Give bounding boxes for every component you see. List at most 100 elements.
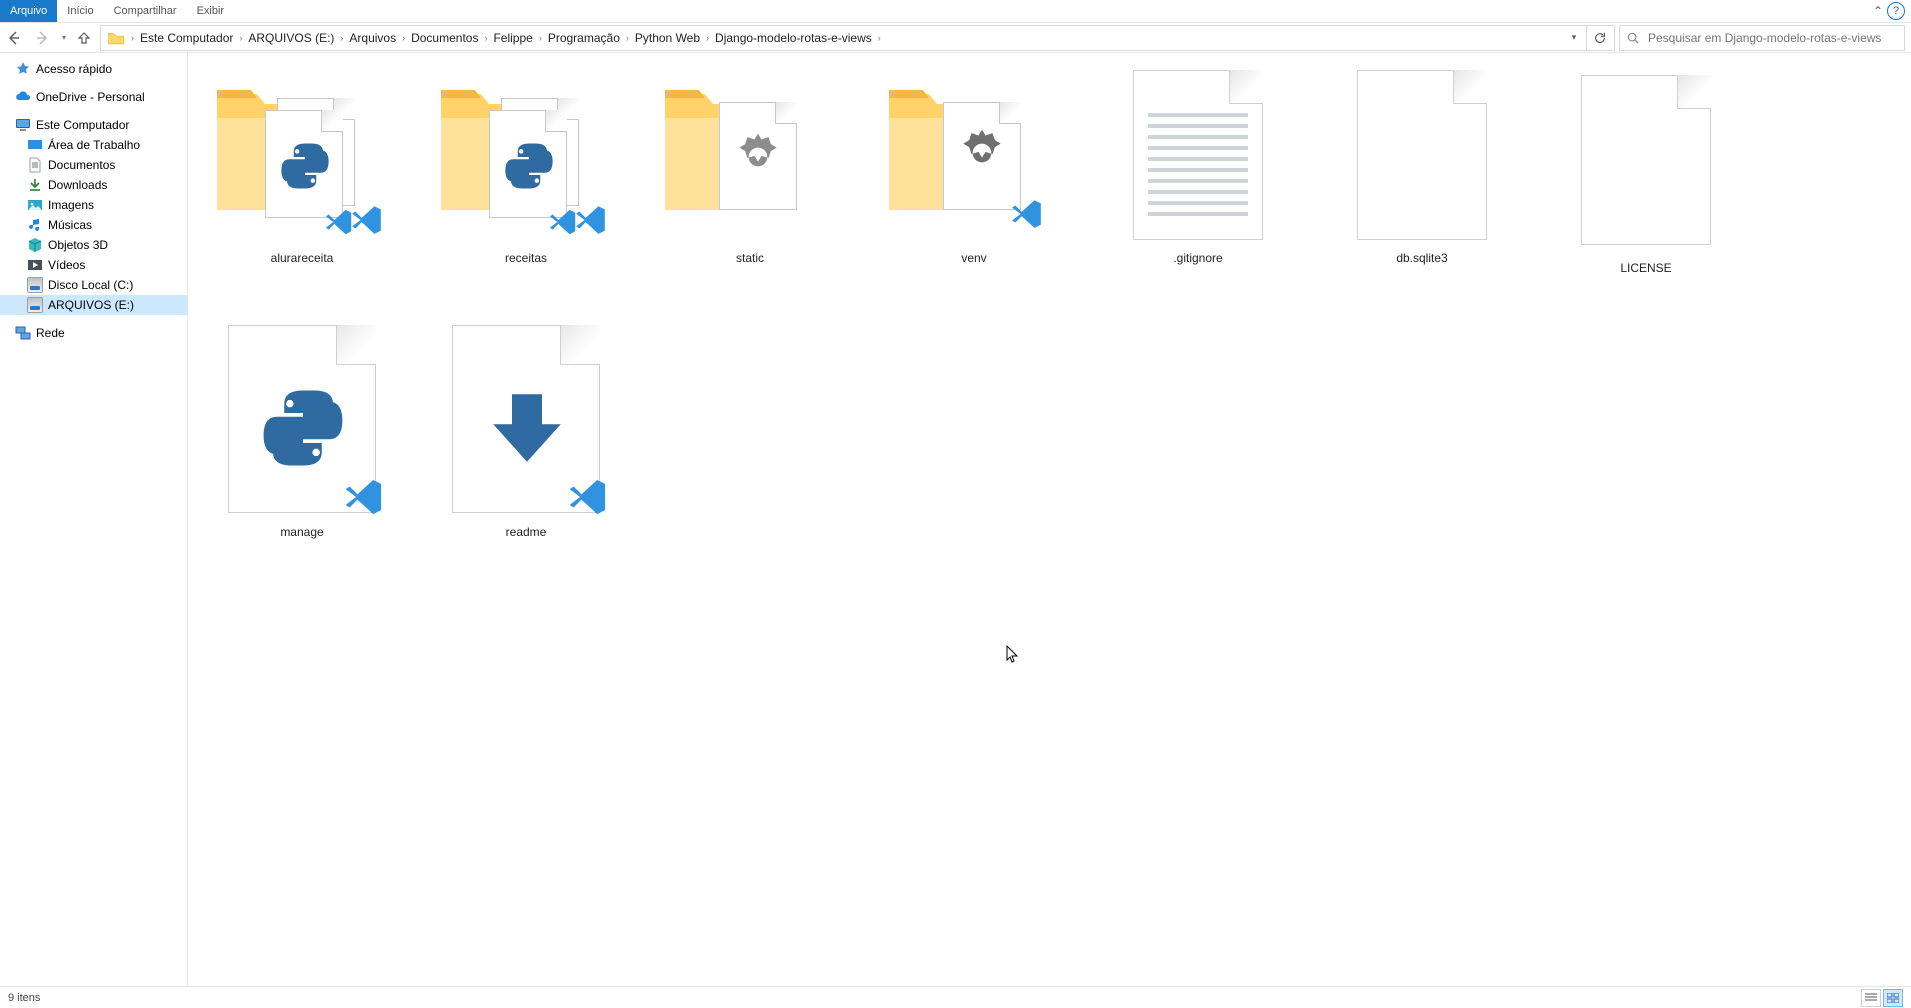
blankfile-icon [1357,70,1487,240]
python-icon [502,139,556,193]
back-arrow-icon [6,30,22,46]
gear-icon [954,125,1010,181]
folder-venv[interactable]: venv [884,65,1064,275]
nav-forward-button[interactable] [28,24,56,52]
disk-icon [26,296,44,314]
status-bar: 9 itens [0,986,1911,1008]
pictures-icon [26,196,44,214]
item-label: alurareceita [271,251,334,265]
tree-music[interactable]: Músicas [0,215,187,235]
forward-arrow-icon [34,30,50,46]
tree-this-pc[interactable]: Este Computador [0,115,187,135]
file-license[interactable]: LICENSE [1556,65,1736,275]
status-count: 9 itens [8,992,40,1004]
crumb-python-web[interactable]: Python Web› [631,31,711,45]
up-arrow-icon [76,30,92,46]
item-label: .gitignore [1173,251,1222,265]
refresh-icon [1593,31,1607,45]
down-arrow-icon [482,383,572,473]
tree-disk-e[interactable]: ARQUIVOS (E:) [0,295,187,315]
tab-exibir[interactable]: Exibir [187,0,235,22]
ribbon-collapse-icon[interactable]: ⌃ [1873,4,1883,18]
mouse-cursor-icon [1006,645,1020,665]
markdownfile-icon [452,325,600,513]
search-input[interactable] [1646,30,1904,46]
tab-compartilhar[interactable]: Compartilhar [104,0,187,22]
item-label: venv [961,251,986,265]
help-icon[interactable]: ? [1887,2,1905,20]
nav-recent-button[interactable]: ▾ [56,24,72,52]
nav-tree: Acesso rápido OneDrive - Personal Este C… [0,53,188,986]
refresh-button[interactable] [1586,26,1612,50]
disk-icon [26,276,44,294]
desktop-icon [26,136,44,154]
tree-network[interactable]: Rede [0,323,187,343]
details-icon [1865,993,1877,1003]
folder-alurareceita[interactable]: alurareceita [212,65,392,275]
vscode-icon [545,204,581,240]
tree-videos[interactable]: Vídeos [0,255,187,275]
vscode-icon [343,476,385,518]
vscode-icon [1009,196,1045,232]
python-icon [258,383,348,473]
download-icon [26,176,44,194]
search-icon [1620,31,1646,45]
file-dbsqlite3[interactable]: db.sqlite3 [1332,65,1512,275]
file-manage[interactable]: manage [212,319,392,539]
document-icon [26,156,44,174]
music-icon [26,216,44,234]
star-icon [14,60,32,78]
blankfile-icon [1581,75,1711,245]
grid-icon [1887,993,1899,1003]
folder-receitas[interactable]: receitas [436,65,616,275]
file-grid[interactable]: alurareceita [188,53,1911,986]
network-icon [14,324,32,342]
tree-desktop[interactable]: Área de Trabalho [0,135,187,155]
crumb-este-computador[interactable]: Este Computador› [136,31,244,45]
textfile-icon [1133,70,1263,240]
crumb-documentos[interactable]: Documentos› [407,31,489,45]
item-label: manage [280,525,323,539]
tab-inicio[interactable]: Início [57,0,103,22]
crumb-arquivos[interactable]: Arquivos› [345,31,407,45]
folder-icon [107,29,125,47]
folder-static[interactable]: static [660,65,840,275]
cloud-icon [14,88,32,106]
address-history-button[interactable]: ▾ [1564,26,1584,50]
python-icon [278,139,332,193]
nav-up-button[interactable] [72,30,96,46]
vscode-icon [567,476,609,518]
tab-arquivo[interactable]: Arquivo [0,0,57,22]
breadcrumb: › Este Computador› ARQUIVOS (E:)› Arquiv… [129,31,1564,45]
item-label: readme [506,525,547,539]
crumb-arquivos-e[interactable]: ARQUIVOS (E:)› [244,31,345,45]
pythonfile-icon [228,325,376,513]
view-details-button[interactable] [1861,989,1881,1007]
item-label: receitas [505,251,547,265]
file-readme[interactable]: readme [436,319,616,539]
tree-downloads[interactable]: Downloads [0,175,187,195]
file-gitignore[interactable]: .gitignore [1108,65,1288,275]
video-icon [26,256,44,274]
gear-icon [730,129,786,185]
search-box[interactable] [1619,25,1905,51]
monitor-icon [14,116,32,134]
tree-disk-c[interactable]: Disco Local (C:) [0,275,187,295]
crumb-felippe[interactable]: Felippe› [489,31,543,45]
crumb-programacao[interactable]: Programação› [544,31,631,45]
address-bar[interactable]: › Este Computador› ARQUIVOS (E:)› Arquiv… [100,25,1615,51]
tree-onedrive[interactable]: OneDrive - Personal [0,87,187,107]
item-label: db.sqlite3 [1396,251,1447,265]
nav-toolbar: ▾ › Este Computador› ARQUIVOS (E:)› Arqu… [0,23,1911,53]
tree-pictures[interactable]: Imagens [0,195,187,215]
crumb-django[interactable]: Django-modelo-rotas-e-views› [711,31,883,45]
ribbon-tabs: Arquivo Início Compartilhar Exibir ⌃ ? [0,0,1911,23]
tree-objects3d[interactable]: Objetos 3D [0,235,187,255]
vscode-icon [321,204,357,240]
item-label: static [736,251,764,265]
item-label: LICENSE [1620,261,1671,275]
nav-back-button[interactable] [0,24,28,52]
view-largeicons-button[interactable] [1883,989,1903,1007]
tree-documents[interactable]: Documentos [0,155,187,175]
tree-quick-access[interactable]: Acesso rápido [0,59,187,79]
